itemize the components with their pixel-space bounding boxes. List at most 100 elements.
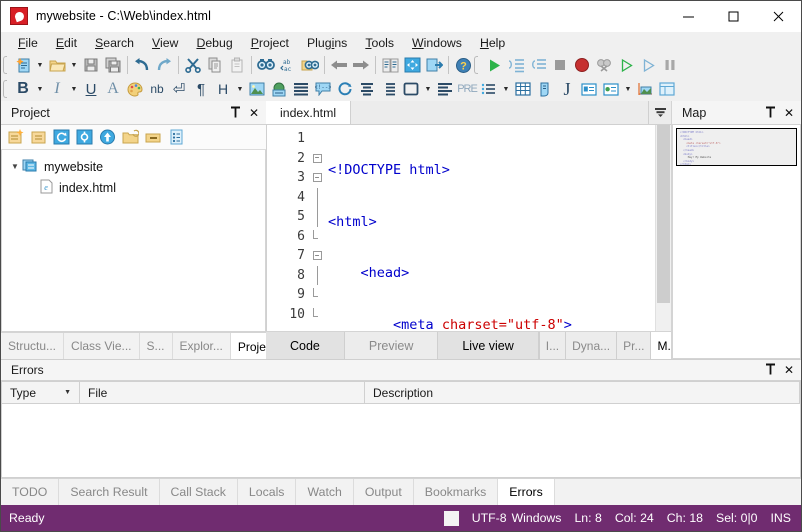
color-palette-icon[interactable] xyxy=(124,78,146,100)
pin-icon[interactable] xyxy=(765,363,776,377)
tab-locals[interactable]: Locals xyxy=(237,479,297,505)
back-icon[interactable] xyxy=(328,54,350,76)
code-folding-gutter[interactable]: − − − xyxy=(309,125,325,331)
tab-watch[interactable]: Watch xyxy=(296,479,354,505)
chart-icon[interactable] xyxy=(634,78,656,100)
settings-icon[interactable] xyxy=(75,128,94,147)
list-icon[interactable] xyxy=(378,78,400,100)
expand-caret-icon[interactable]: ▼ xyxy=(8,162,22,171)
refresh-icon[interactable] xyxy=(52,128,71,147)
upload-icon[interactable] xyxy=(98,128,117,147)
properties-icon[interactable] xyxy=(167,128,186,147)
tab-structure[interactable]: Structu... xyxy=(1,333,65,359)
fold-toggle-html[interactable]: − xyxy=(309,149,325,169)
justify-icon[interactable] xyxy=(356,78,378,100)
redo-icon[interactable] xyxy=(153,54,175,76)
record-icon[interactable] xyxy=(571,54,593,76)
box-icon[interactable] xyxy=(400,78,422,100)
italic-dropdown[interactable]: ▼ xyxy=(68,78,80,100)
fold-toggle-body[interactable]: − xyxy=(309,246,325,266)
replace-icon[interactable]: ab ac xyxy=(277,54,299,76)
new-file-icon[interactable] xyxy=(12,54,34,76)
forward-icon[interactable] xyxy=(350,54,372,76)
undo-icon[interactable] xyxy=(131,54,153,76)
tab-errors[interactable]: Errors xyxy=(498,479,555,505)
menu-view[interactable]: View xyxy=(143,34,187,52)
javascript-icon[interactable]: J xyxy=(556,78,578,100)
help-icon[interactable]: ? xyxy=(452,54,474,76)
debug-step-icon[interactable] xyxy=(637,54,659,76)
tab-live-view[interactable]: Live view xyxy=(438,332,539,359)
nbsp-icon[interactable]: nb xyxy=(146,78,168,100)
save-icon[interactable] xyxy=(80,54,102,76)
italic-icon[interactable]: I xyxy=(46,78,68,100)
form-field-icon[interactable] xyxy=(578,78,600,100)
close-icon[interactable]: ✕ xyxy=(784,107,794,119)
pause-icon[interactable] xyxy=(659,54,681,76)
list-dropdown[interactable]: ▼ xyxy=(500,78,512,100)
pre-icon[interactable]: PRE xyxy=(456,78,478,100)
export-icon[interactable] xyxy=(423,54,445,76)
add-folder-icon[interactable] xyxy=(121,128,140,147)
column-header-description[interactable]: Description xyxy=(365,382,800,403)
column-header-type[interactable]: Type ▼ xyxy=(2,382,80,403)
project-tree[interactable]: ▼ mywebsite e index.html xyxy=(1,150,266,332)
sort-descending-icon[interactable]: ▼ xyxy=(64,389,71,396)
minimap-viewport[interactable]: <!DOCTYPE html> <html> <head> <meta char… xyxy=(676,128,797,166)
open-project-icon[interactable] xyxy=(29,128,48,147)
table-icon[interactable] xyxy=(512,78,534,100)
heading-icon[interactable]: H xyxy=(212,78,234,100)
heading-dropdown[interactable]: ▼ xyxy=(234,78,246,100)
tab-i[interactable]: I... xyxy=(539,332,567,359)
ordered-list-icon[interactable] xyxy=(478,78,500,100)
code-text[interactable]: <!DOCTYPE html> <html> <head> <meta char… xyxy=(328,125,655,331)
editor-vertical-scrollbar[interactable] xyxy=(655,125,671,331)
align-left-icon[interactable] xyxy=(434,78,456,100)
tab-s[interactable]: S... xyxy=(139,333,173,359)
close-icon[interactable]: ✕ xyxy=(249,107,259,119)
paragraph-icon[interactable]: ¶ xyxy=(190,78,212,100)
open-folder-icon[interactable] xyxy=(46,54,68,76)
remove-icon[interactable] xyxy=(144,128,163,147)
save-all-icon[interactable] xyxy=(102,54,124,76)
fold-toggle-head[interactable]: − xyxy=(309,168,325,188)
copy-icon[interactable] xyxy=(204,54,226,76)
move-icon[interactable] xyxy=(401,54,423,76)
menu-help[interactable]: Help xyxy=(471,34,514,52)
new-file-dropdown[interactable]: ▼ xyxy=(34,54,46,76)
minimap-body[interactable]: <!DOCTYPE html> <html> <head> <meta char… xyxy=(672,125,801,359)
menu-edit[interactable]: Edit xyxy=(47,34,86,52)
stop-icon[interactable] xyxy=(549,54,571,76)
tab-preview[interactable]: Preview xyxy=(344,332,439,359)
code-editor[interactable]: 1 2 3 4 5 6 7 8 9 10 − − − <!DOCTYPE htm… xyxy=(266,125,671,331)
menu-tools[interactable]: Tools xyxy=(356,34,403,52)
tab-search-result[interactable]: Search Result xyxy=(59,479,160,505)
tab-todo[interactable]: TODO xyxy=(1,479,60,505)
align-icon[interactable] xyxy=(290,78,312,100)
link-icon[interactable] xyxy=(268,78,290,100)
circle-icon[interactable] xyxy=(334,78,356,100)
compare-icon[interactable] xyxy=(379,54,401,76)
line-break-icon[interactable]: ⏎ xyxy=(168,78,190,100)
pin-icon[interactable] xyxy=(230,106,241,120)
close-icon[interactable]: ✕ xyxy=(784,364,794,376)
radio-icon[interactable] xyxy=(600,78,622,100)
comment-icon[interactable]: <!--> xyxy=(312,78,334,100)
tab-dynamic[interactable]: Dyna... xyxy=(566,332,618,359)
tab-call-stack[interactable]: Call Stack xyxy=(159,479,238,505)
status-line-ending[interactable]: Windows xyxy=(512,511,562,525)
character-icon[interactable] xyxy=(534,78,556,100)
bold-icon[interactable]: B xyxy=(12,78,34,100)
tab-properties[interactable]: Pr... xyxy=(617,332,652,359)
outdent-icon[interactable] xyxy=(527,54,549,76)
find-in-files-icon[interactable] xyxy=(299,54,321,76)
run-icon[interactable] xyxy=(483,54,505,76)
radio-dropdown[interactable]: ▼ xyxy=(622,78,634,100)
new-project-icon[interactable] xyxy=(6,128,25,147)
menu-search[interactable]: Search xyxy=(86,34,143,52)
find-icon[interactable] xyxy=(255,54,277,76)
tab-explorer[interactable]: Explor... xyxy=(172,333,231,359)
menu-plugins[interactable]: Plugins xyxy=(298,34,356,52)
paste-icon[interactable] xyxy=(226,54,248,76)
menu-windows[interactable]: Windows xyxy=(403,34,471,52)
